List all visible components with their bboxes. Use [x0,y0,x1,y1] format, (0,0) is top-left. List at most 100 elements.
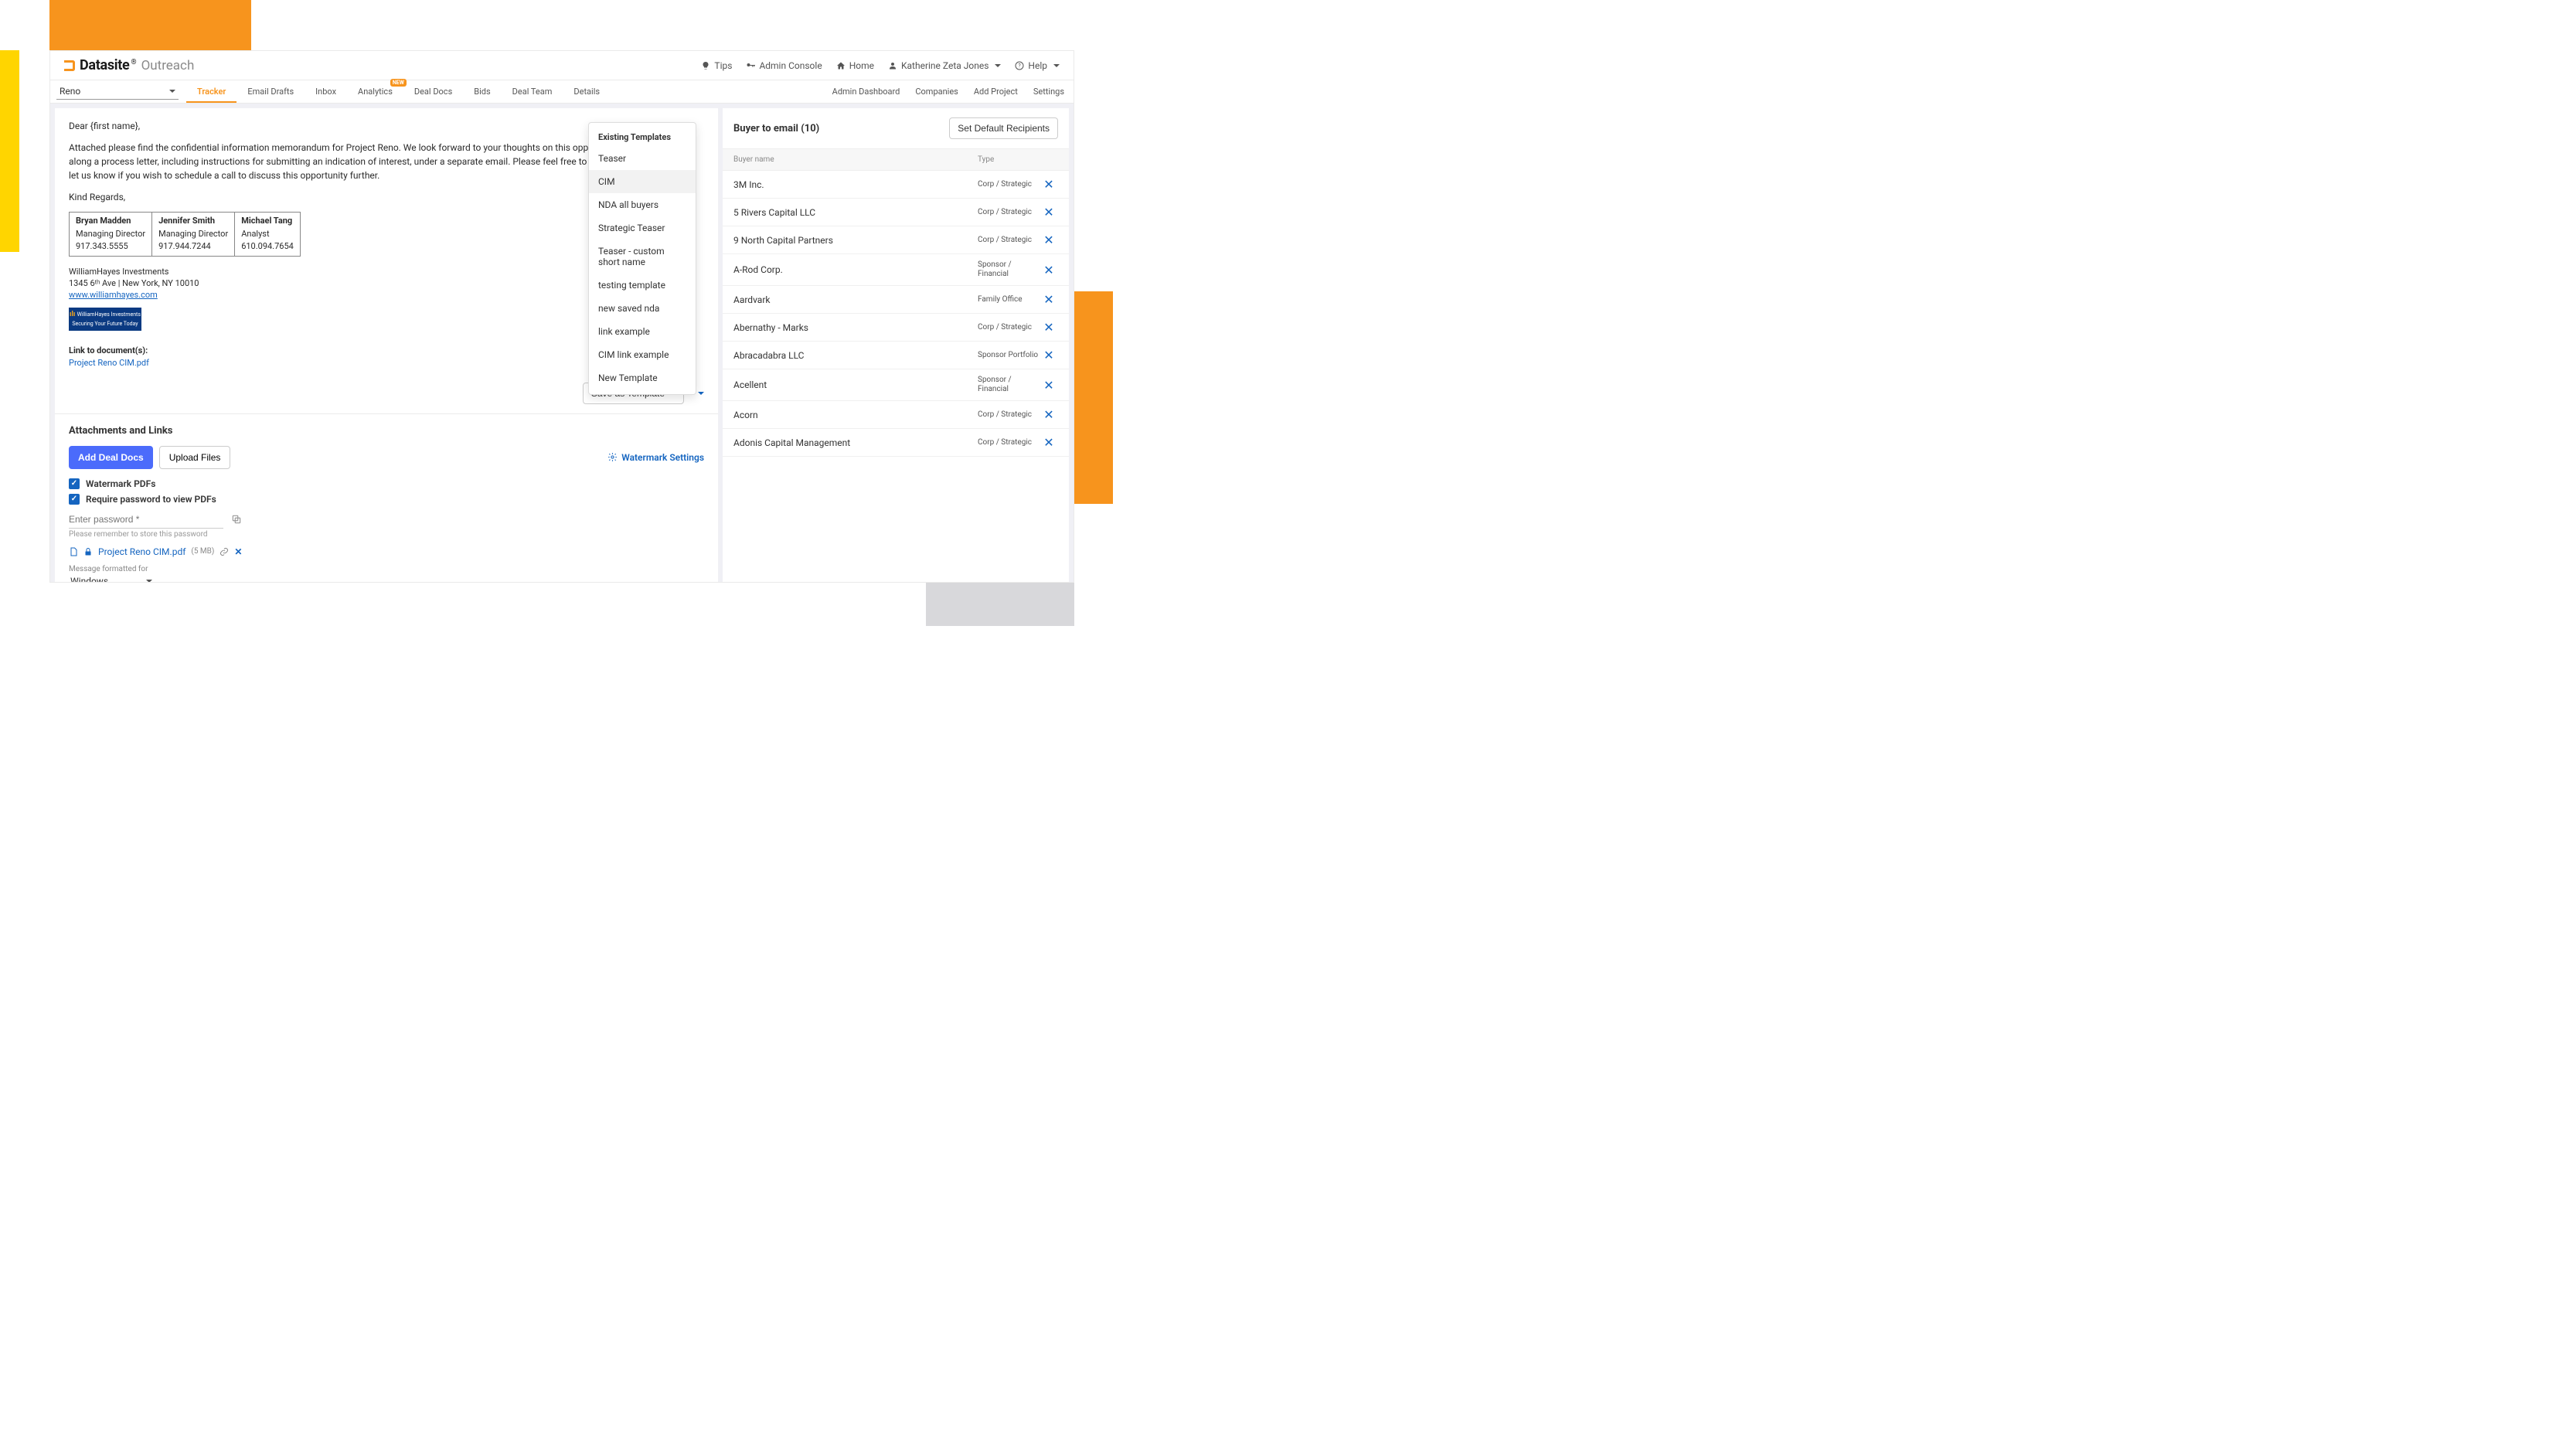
remove-file-button[interactable]: ✕ [234,546,242,557]
chevron-down-icon [995,64,1001,67]
add-deal-docs-button[interactable]: Add Deal Docs [69,446,153,469]
col-type: Type [978,155,1040,164]
watermark-pdfs-label: Watermark PDFs [86,478,155,489]
set-default-recipients-button[interactable]: Set Default Recipients [949,117,1058,139]
remove-buyer-button[interactable]: ✕ [1040,177,1058,192]
tab-label: Inbox [315,87,336,97]
tab-label: Analytics [358,87,393,97]
require-password-checkbox[interactable]: ✓ Require password to view PDFs [69,494,704,505]
template-item[interactable]: Teaser - custom short name [589,240,696,274]
brand-reg: ® [131,59,136,66]
attach-title: Attachments and Links [69,425,704,437]
remove-buyer-button[interactable]: ✕ [1040,205,1058,219]
tab-tracker[interactable]: Tracker [186,80,237,103]
user-menu[interactable]: Katherine Zeta Jones [888,60,1001,71]
tab-label: Tracker [197,87,226,97]
buyer-name: 3M Inc. [733,179,978,190]
sig-title: Managing Director [76,228,145,241]
remove-buyer-button[interactable]: ✕ [1040,348,1058,362]
app-window: Datasite ® Outreach Tips Admin Console [49,50,1074,583]
checkbox-checked-icon: ✓ [69,494,80,505]
buyer-name: 5 Rivers Capital LLC [733,207,978,218]
subnav: Reno Tracker Email Drafts Inbox Analytic… [50,80,1074,104]
buyer-name: A-Rod Corp. [733,264,978,275]
side-header: Buyer to email (10) Set Default Recipien… [723,108,1069,148]
add-project-link[interactable]: Add Project [974,87,1018,97]
file-icon [69,546,78,557]
project-select[interactable]: Reno [56,83,179,100]
sig-title: Managing Director [158,228,228,241]
file-name[interactable]: Project Reno CIM.pdf [98,546,185,557]
template-dropdown: Existing Templates TeaserCIMNDA all buye… [588,122,696,395]
buyer-type: Family Office [978,295,1040,304]
header-right: Tips Admin Console Home Katherine Zeta J… [701,60,1060,71]
buyer-type: Corp / Strategic [978,236,1040,245]
tips-link[interactable]: Tips [701,60,732,71]
password-field-row [69,511,704,529]
template-item[interactable]: CIM [589,170,696,193]
help-menu[interactable]: ? Help [1015,60,1060,71]
key-icon [746,61,755,70]
brand-icon [64,60,75,71]
template-item[interactable]: testing template [589,274,696,297]
user-label: Katherine Zeta Jones [901,60,989,71]
remove-buyer-button[interactable]: ✕ [1040,435,1058,450]
watermark-settings-link[interactable]: Watermark Settings [607,452,704,463]
watermark-pdfs-checkbox[interactable]: ✓ Watermark PDFs [69,478,704,489]
admin-dashboard-link[interactable]: Admin Dashboard [832,87,900,97]
settings-link[interactable]: Settings [1033,87,1064,97]
home-link[interactable]: Home [836,60,874,71]
tab-bids[interactable]: Bids [463,80,501,103]
template-item[interactable]: new saved nda [589,297,696,320]
buyer-type: Sponsor / Financial [978,260,1040,279]
gear-icon [607,452,618,462]
template-item[interactable]: Teaser [589,147,696,170]
remove-buyer-button[interactable]: ✕ [1040,378,1058,393]
template-item[interactable]: link example [589,320,696,343]
tab-details[interactable]: Details [563,80,611,103]
buyer-type: Corp / Strategic [978,323,1040,332]
tab-email-drafts[interactable]: Email Drafts [237,80,305,103]
remove-buyer-button[interactable]: ✕ [1040,263,1058,277]
buyer-row: A-Rod Corp.Sponsor / Financial✕ [723,254,1069,286]
template-item[interactable]: Strategic Teaser [589,216,696,240]
remove-buyer-button[interactable]: ✕ [1040,320,1058,335]
upload-files-button[interactable]: Upload Files [159,446,231,469]
remove-buyer-button[interactable]: ✕ [1040,233,1058,247]
buyer-name: Abernathy - Marks [733,322,978,333]
link-icon[interactable] [219,547,229,556]
template-item[interactable]: CIM link example [589,343,696,366]
buyer-row: AardvarkFamily Office✕ [723,286,1069,314]
buyer-type: Corp / Strategic [978,208,1040,217]
home-icon [836,61,846,70]
chevron-down-icon[interactable] [698,392,704,395]
buyer-type: Corp / Strategic [978,410,1040,420]
tab-deal-docs[interactable]: Deal Docs [403,80,463,103]
sig-cell: Michael Tang Analyst 610.094.7654 [235,213,301,257]
admin-console-link[interactable]: Admin Console [746,60,822,71]
brand: Datasite ® Outreach [64,57,194,73]
tab-inbox[interactable]: Inbox [305,80,347,103]
template-item[interactable]: New Template [589,366,696,389]
remove-buyer-button[interactable]: ✕ [1040,292,1058,307]
template-item[interactable]: NDA all buyers [589,193,696,216]
tab-deal-team[interactable]: Deal Team [502,80,563,103]
header-bar: Datasite ® Outreach Tips Admin Console [50,51,1074,80]
attachments-card: Attachments and Links Add Deal Docs Uplo… [55,413,718,582]
sig-url[interactable]: www.williamhayes.com [69,290,158,300]
companies-link[interactable]: Companies [915,87,958,97]
buyer-name: Acellent [733,379,978,390]
buyer-name: 9 North Capital Partners [733,235,978,246]
msg-format-select[interactable]: Windows [69,573,154,582]
deco-orange-top [49,0,251,50]
brand-name: Datasite [80,57,129,73]
sig-name: Bryan Madden [76,215,145,228]
password-input[interactable] [69,511,223,529]
copy-icon[interactable] [231,514,242,525]
buyer-row: AcellentSponsor / Financial✕ [723,369,1069,401]
tab-analytics[interactable]: Analytics NEW [347,80,403,103]
buyer-row: Adonis Capital ManagementCorp / Strategi… [723,429,1069,457]
buyer-row: Abernathy - MarksCorp / Strategic✕ [723,314,1069,342]
remove-buyer-button[interactable]: ✕ [1040,407,1058,422]
brand-sub: Outreach [141,58,195,73]
